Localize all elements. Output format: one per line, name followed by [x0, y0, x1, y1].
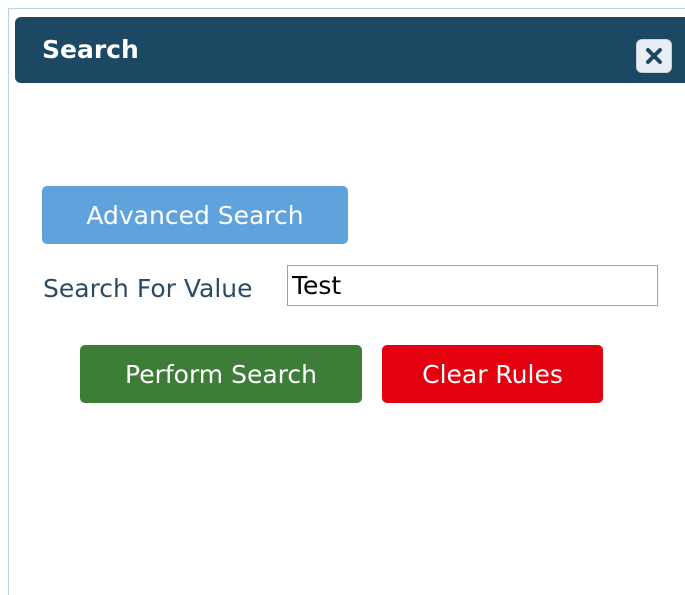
clear-rules-button[interactable]: Clear Rules	[382, 345, 603, 403]
dialog-title: Search	[42, 35, 139, 64]
dialog-titlebar: Search	[15, 17, 685, 83]
close-button[interactable]	[636, 39, 672, 73]
search-value-input[interactable]	[287, 265, 658, 306]
search-dialog: Search Advanced Search Search For Value …	[8, 8, 685, 595]
advanced-search-button[interactable]: Advanced Search	[42, 186, 348, 244]
close-x-icon	[644, 46, 664, 66]
perform-search-button[interactable]: Perform Search	[80, 345, 362, 403]
search-for-value-label: Search For Value	[43, 274, 253, 303]
